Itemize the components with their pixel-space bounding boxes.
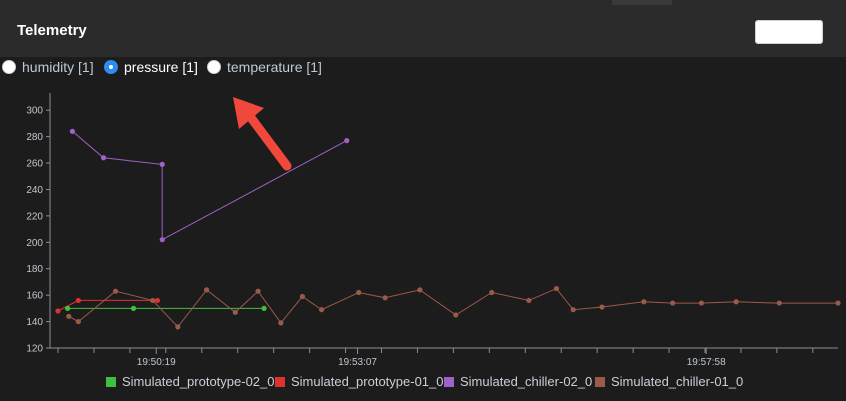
series-point[interactable] xyxy=(641,299,647,305)
series-point[interactable] xyxy=(261,305,267,311)
series-point[interactable] xyxy=(526,297,532,304)
series-point[interactable] xyxy=(232,309,238,315)
legend-swatch xyxy=(595,377,605,387)
series-point[interactable] xyxy=(356,289,362,296)
series-point[interactable] xyxy=(75,297,81,304)
series-point[interactable] xyxy=(489,289,495,296)
legend-swatch xyxy=(106,377,116,387)
series-point[interactable] xyxy=(130,305,137,311)
series-point[interactable] xyxy=(453,312,459,318)
y-tick-label: 280 xyxy=(26,132,43,143)
y-tick-label: 180 xyxy=(26,264,43,275)
pressure-line-chart: 120 140 160 180 200 220 240 260 280 300 19:50:19 19… xyxy=(26,93,841,368)
y-tick-label: 220 xyxy=(26,211,43,222)
series-point[interactable] xyxy=(112,288,119,294)
series-point[interactable] xyxy=(55,308,61,314)
legend-label: Simulated_prototype-01_0 xyxy=(291,374,444,389)
series-point[interactable] xyxy=(66,313,72,319)
series-point[interactable] xyxy=(100,155,107,161)
series-point[interactable] xyxy=(75,318,81,325)
series-line xyxy=(68,287,838,328)
y-tick-label: 160 xyxy=(26,291,43,302)
series-point[interactable] xyxy=(299,293,306,300)
series-point[interactable] xyxy=(733,299,739,305)
series-point[interactable] xyxy=(255,288,261,294)
annotation-arrow-shaft xyxy=(244,110,292,171)
series-point[interactable] xyxy=(203,287,210,293)
series-point[interactable] xyxy=(344,137,350,144)
series-point[interactable] xyxy=(175,324,181,330)
x-tick-label: 19:50:19 xyxy=(137,357,176,368)
y-tick-label: 120 xyxy=(26,344,43,355)
series-point[interactable] xyxy=(278,320,284,326)
legend-swatch xyxy=(444,377,454,387)
series-point[interactable] xyxy=(150,297,156,304)
series-point[interactable] xyxy=(159,237,165,243)
chart-legend: Simulated_prototype-02_0 Simulated_proto… xyxy=(0,372,846,392)
x-tick-label: 19:57:58 xyxy=(687,357,726,368)
series-point[interactable] xyxy=(599,304,605,310)
x-tick-label: 19:53:07 xyxy=(338,357,377,368)
series-point[interactable] xyxy=(835,300,841,306)
legend-label: Simulated_chiller-02_0 xyxy=(460,374,593,389)
series-point[interactable] xyxy=(570,307,576,313)
series-point[interactable] xyxy=(670,300,676,306)
series-line xyxy=(57,299,158,312)
y-tick-label: 260 xyxy=(26,159,43,170)
series-point[interactable] xyxy=(698,300,705,306)
legend-swatch xyxy=(275,377,285,387)
series-point[interactable] xyxy=(382,295,388,301)
series-point[interactable] xyxy=(776,300,782,306)
legend-label: Simulated_chiller-01_0 xyxy=(611,374,744,389)
series-point[interactable] xyxy=(69,128,75,134)
legend-label: Simulated_prototype-02_0 xyxy=(122,374,275,389)
series-point[interactable] xyxy=(154,297,161,304)
series-point[interactable] xyxy=(553,285,560,292)
y-tick-label: 140 xyxy=(26,317,43,328)
y-tick-label: 200 xyxy=(26,238,43,249)
series-point[interactable] xyxy=(417,287,423,293)
series-line xyxy=(72,130,348,241)
y-tick-label: 240 xyxy=(26,185,43,196)
series-point[interactable] xyxy=(159,161,165,167)
series-point[interactable] xyxy=(64,305,71,311)
y-tick-label: 300 xyxy=(26,106,43,117)
series-point[interactable] xyxy=(318,307,325,313)
